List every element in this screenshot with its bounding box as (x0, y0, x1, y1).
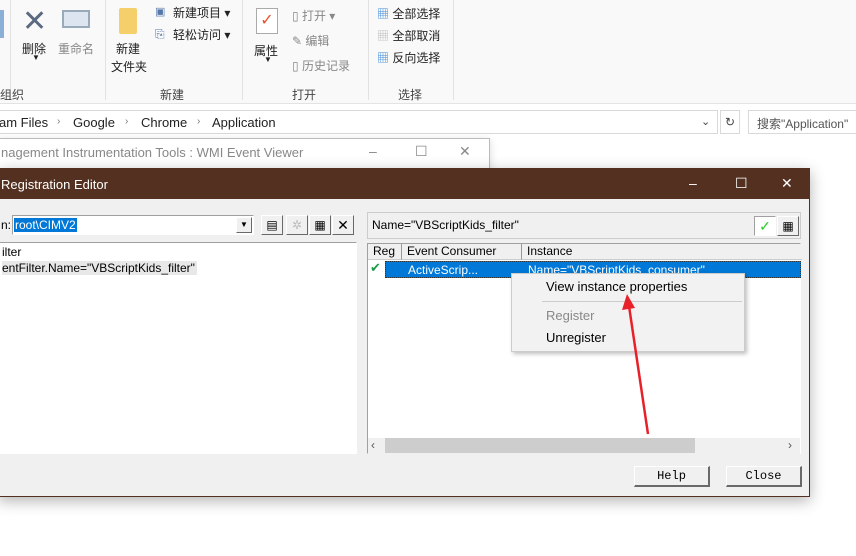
annotation-arrow (622, 294, 650, 435)
